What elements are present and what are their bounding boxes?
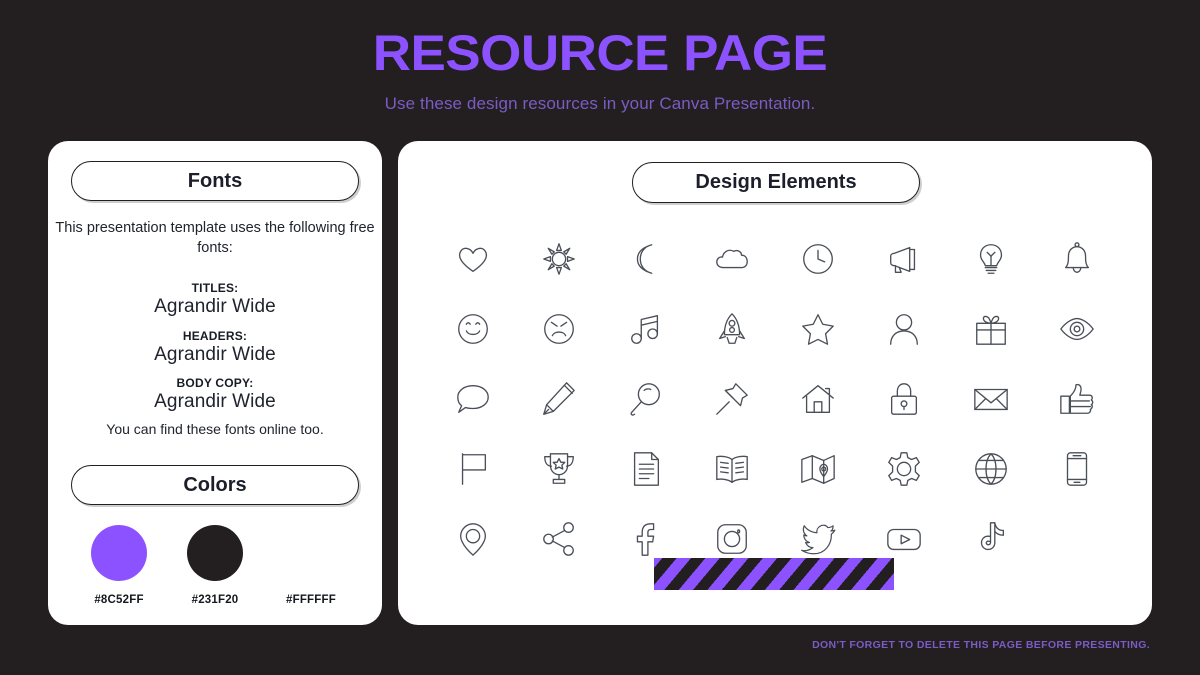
tiktok-icon[interactable] [948,513,1034,565]
font-group-label: BODY COPY: [176,376,254,390]
lock-icon[interactable] [861,373,947,425]
share-icon[interactable] [516,513,602,565]
eye-icon[interactable] [1034,303,1120,355]
megaphone-icon[interactable] [861,233,947,285]
font-group-sample: Agrandir Wide [154,344,276,365]
person-icon[interactable] [861,303,947,355]
page-header: RESOURCE PAGE Use these design resources… [0,0,1200,114]
color-swatch: #8C52FF [79,525,159,606]
thumbs-up-icon[interactable] [1034,373,1120,425]
sad-face-icon[interactable] [516,303,602,355]
house-icon[interactable] [775,373,861,425]
music-note-icon[interactable] [603,303,689,355]
envelope-icon[interactable] [948,373,1034,425]
font-group-titles: TITLES: Agrandir Wide [48,281,382,318]
fonts-and-colors-card: Fonts This presentation template uses th… [48,141,382,625]
font-group-sample: Agrandir Wide [154,296,276,317]
color-swatch-dot [187,525,243,581]
font-group-sample: Agrandir Wide [154,391,276,412]
gear-icon[interactable] [861,443,947,495]
clock-icon[interactable] [775,233,861,285]
magnifier-icon[interactable] [603,373,689,425]
colors-section-header: Colors [71,465,359,505]
color-swatch-hex: #FFFFFF [286,594,336,606]
bell-icon[interactable] [1034,233,1120,285]
cloud-icon[interactable] [689,233,775,285]
color-swatch: #FFFFFF [271,525,351,606]
font-group-headers: HEADERS: Agrandir Wide [48,329,382,366]
page-title: RESOURCE PAGE [372,25,828,81]
delete-page-reminder: DON'T FORGET TO DELETE THIS PAGE BEFORE … [812,639,1150,651]
color-swatch-dot [91,525,147,581]
lightbulb-icon[interactable] [948,233,1034,285]
fonts-section-label: Fonts [187,169,243,192]
rocket-icon[interactable] [689,303,775,355]
fonts-intro-text: This presentation template uses the foll… [55,220,375,256]
fonts-section-header: Fonts [71,161,359,201]
pushpin-icon[interactable] [689,373,775,425]
sun-icon[interactable] [516,233,602,285]
speech-bubble-icon[interactable] [430,373,516,425]
font-group-label: HEADERS: [182,329,248,343]
moon-icon[interactable] [603,233,689,285]
color-swatch-hex: #8C52FF [94,594,144,606]
pencil-icon[interactable] [516,373,602,425]
color-swatch-list: #8C52FF #231F20 #FFFFFF [71,525,359,606]
striped-decoration-bar [654,558,894,590]
font-group-body-copy: BODY COPY: Agrandir Wide [48,376,382,413]
design-elements-grid [430,233,1120,565]
fonts-outro-text: You can find these fonts online too. [106,421,324,437]
color-swatch-hex: #231F20 [191,594,239,606]
trophy-icon[interactable] [516,443,602,495]
gift-icon[interactable] [948,303,1034,355]
design-elements-card: Design Elements [398,141,1152,625]
design-elements-label: Design Elements [695,171,857,193]
page-subtitle: Use these design resources in your Canva… [384,94,816,113]
grid-empty-cell [1034,513,1120,565]
flag-icon[interactable] [430,443,516,495]
map-icon[interactable] [775,443,861,495]
smiley-face-icon[interactable] [430,303,516,355]
heart-icon[interactable] [430,233,516,285]
book-icon[interactable] [689,443,775,495]
design-elements-header: Design Elements [632,162,920,203]
font-group-label: TITLES: [191,281,239,295]
color-swatch: #231F20 [175,525,255,606]
color-swatch-dot [283,525,339,581]
star-icon[interactable] [775,303,861,355]
phone-icon[interactable] [1034,443,1120,495]
location-pin-icon[interactable] [430,513,516,565]
globe-icon[interactable] [948,443,1034,495]
document-icon[interactable] [603,443,689,495]
colors-section-label: Colors [183,473,247,496]
